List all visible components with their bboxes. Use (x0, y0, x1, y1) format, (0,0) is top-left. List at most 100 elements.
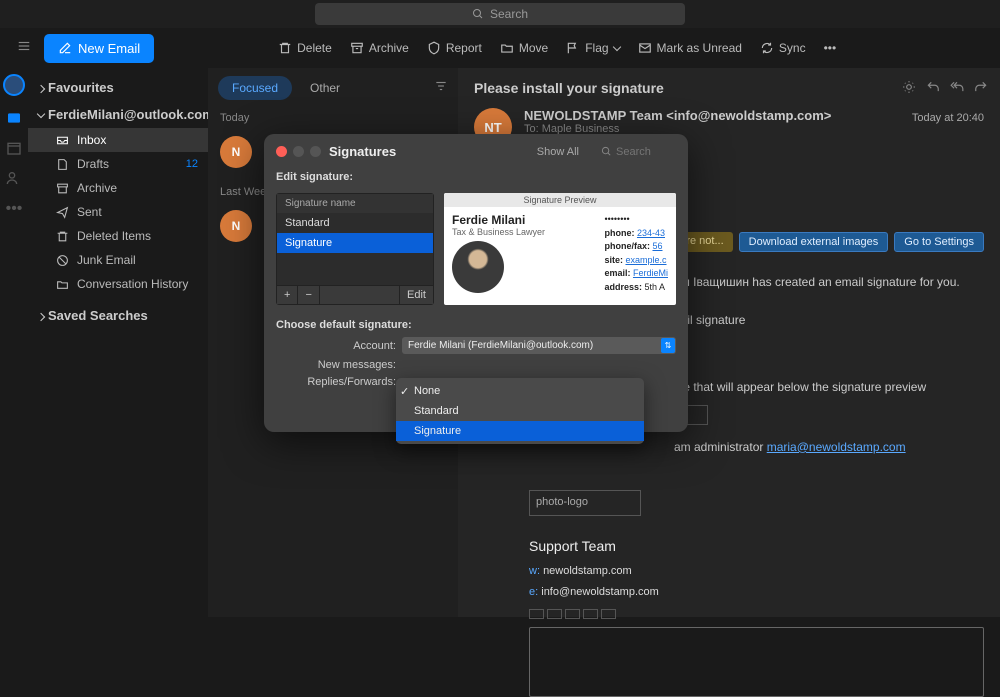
avatar: N (220, 136, 252, 168)
remove-signature-button[interactable]: − (298, 286, 319, 304)
sync-icon (760, 41, 774, 55)
folder-sidebar: Favourites FerdieMilani@outlook.com Inbo… (28, 68, 208, 617)
filter-icon[interactable] (434, 79, 448, 98)
avatar: N (220, 210, 252, 242)
sidebar-item-drafts[interactable]: Drafts12 (28, 152, 208, 176)
signature-list-header: Signature name (277, 194, 433, 213)
preview-name: Ferdie Milani (452, 213, 596, 227)
dropdown-option-signature[interactable]: Signature (396, 421, 644, 441)
edit-signature-label: Edit signature: (264, 169, 688, 185)
chevron-down-icon (38, 107, 44, 122)
compose-icon (58, 41, 72, 55)
sync-button[interactable]: Sync (760, 41, 806, 55)
sidebar-item-archive[interactable]: Archive (28, 176, 208, 200)
modal-search[interactable] (601, 146, 676, 158)
dropdown-option-standard[interactable]: Standard (396, 401, 644, 421)
report-button[interactable]: Report (427, 41, 482, 55)
calendar-rail-icon[interactable] (6, 140, 22, 156)
signature-row-standard[interactable]: Standard (277, 213, 433, 233)
tab-focused[interactable]: Focused (218, 76, 292, 100)
move-button[interactable]: Move (500, 41, 548, 55)
account-section[interactable]: FerdieMilani@outlook.com (28, 101, 208, 128)
shield-icon (427, 41, 441, 55)
archive-button[interactable]: Archive (350, 41, 409, 55)
dropdown-option-none[interactable]: ✓None (396, 381, 644, 401)
signature-dropdown: ✓None Standard Signature (396, 378, 644, 444)
flag-icon (566, 41, 580, 55)
select-arrows-icon: ⇅ (661, 338, 675, 353)
account-avatar[interactable] (3, 74, 25, 96)
replies-label: Replies/Forwards: (276, 376, 402, 388)
signature-preview: Signature Preview Ferdie Milani Tax & Bu… (444, 193, 676, 305)
modal-title: Signatures (329, 144, 396, 159)
trash-icon (278, 41, 292, 55)
people-rail-icon[interactable] (6, 170, 22, 186)
tab-other[interactable]: Other (296, 76, 354, 100)
more-rail-icon[interactable]: ••• (6, 200, 23, 218)
folder-move-icon (500, 41, 514, 55)
window-titlebar: Search (0, 0, 1000, 28)
message-time: Today at 20:40 (912, 112, 984, 124)
signature-row-signature[interactable]: Signature (277, 233, 433, 253)
sun-icon[interactable] (902, 80, 916, 94)
minimize-icon[interactable] (293, 146, 304, 157)
sidebar-item-inbox[interactable]: Inbox (28, 128, 208, 152)
sender-name: NEWOLDSTAMP Team <info@newoldstamp.com> (524, 108, 831, 123)
flag-button[interactable]: Flag (566, 41, 619, 55)
settings-pill[interactable]: Go to Settings (894, 232, 984, 252)
admin-email-link[interactable]: maria@newoldstamp.com (767, 440, 906, 454)
unread-button[interactable]: Mark as Unread (638, 41, 742, 55)
preview-title: Tax & Business Lawyer (452, 227, 596, 237)
sent-icon (56, 206, 69, 219)
close-icon[interactable] (276, 146, 287, 157)
photo-placeholder: photo-logo (529, 490, 641, 516)
search-icon (601, 146, 612, 157)
download-images-pill[interactable]: Download external images (739, 232, 889, 252)
new-messages-label: New messages: (276, 359, 402, 371)
chevron-right-icon (38, 308, 44, 323)
hamburger-icon[interactable] (16, 39, 32, 58)
show-all-button[interactable]: Show All (537, 146, 579, 158)
archive-folder-icon (56, 182, 69, 195)
folder-icon (56, 278, 69, 291)
new-email-button[interactable]: New Email (44, 34, 154, 63)
window-controls[interactable] (276, 146, 321, 157)
reply-all-icon[interactable] (950, 80, 964, 94)
search-icon (472, 8, 484, 20)
saved-searches-section[interactable]: Saved Searches (28, 302, 208, 329)
support-title: Support Team (529, 534, 984, 559)
new-email-label: New Email (78, 41, 140, 56)
signature-list: Signature name Standard Signature + − Ed… (276, 193, 434, 305)
inbox-icon (56, 134, 69, 147)
archive-icon (350, 41, 364, 55)
trash-folder-icon (56, 230, 69, 243)
sidebar-item-deleted[interactable]: Deleted Items (28, 224, 208, 248)
account-label: Account: (276, 340, 402, 352)
favourites-section[interactable]: Favourites (28, 74, 208, 101)
app-rail: ••• (0, 68, 28, 617)
chevron-down-icon (614, 41, 620, 55)
add-signature-button[interactable]: + (277, 286, 298, 304)
sidebar-item-history[interactable]: Conversation History (28, 272, 208, 296)
mail-rail-icon[interactable] (6, 110, 22, 126)
toolbar: New Email Delete Archive Report Move Fla… (0, 28, 1000, 68)
account-select[interactable]: Ferdie Milani (FerdieMilani@outlook.com)… (402, 337, 676, 354)
zoom-icon[interactable] (310, 146, 321, 157)
global-search[interactable]: Search (315, 3, 685, 25)
junk-icon (56, 254, 69, 267)
edit-signature-button[interactable]: Edit (399, 286, 433, 304)
today-label: Today (208, 108, 458, 128)
sidebar-item-sent[interactable]: Sent (28, 200, 208, 224)
drafts-icon (56, 158, 69, 171)
mail-icon (638, 41, 652, 55)
more-button[interactable]: ••• (824, 41, 837, 55)
choose-default-label: Choose default signature: (264, 313, 688, 333)
delete-button[interactable]: Delete (278, 41, 332, 55)
preview-avatar (452, 241, 504, 293)
search-placeholder: Search (490, 7, 528, 21)
modal-search-input[interactable] (616, 146, 676, 158)
reply-icon[interactable] (926, 80, 940, 94)
sidebar-item-junk[interactable]: Junk Email (28, 248, 208, 272)
forward-icon[interactable] (974, 80, 988, 94)
content-box (529, 627, 984, 697)
